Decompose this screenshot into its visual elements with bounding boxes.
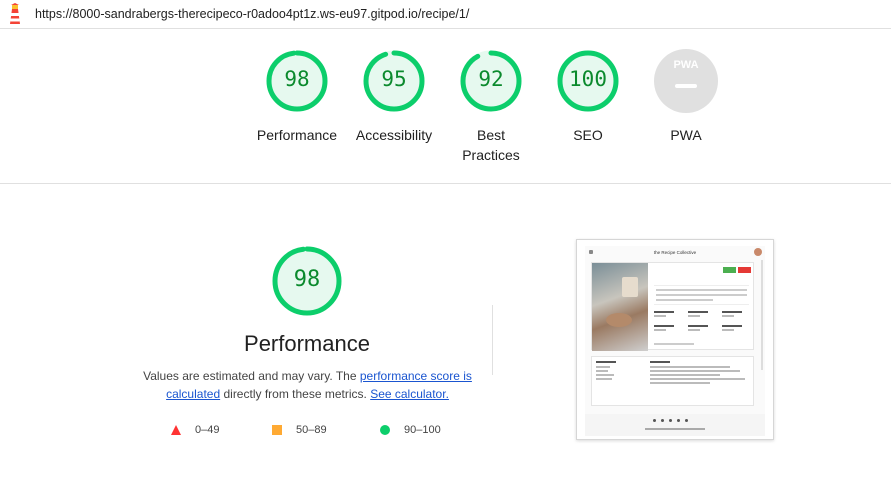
performance-title: Performance xyxy=(244,331,370,356)
social-icons xyxy=(653,419,688,422)
section-divider xyxy=(0,183,891,184)
recipe-description xyxy=(654,285,749,305)
screenshot-recipe-card xyxy=(591,262,754,351)
text-line xyxy=(656,299,713,301)
text-line xyxy=(656,289,747,291)
pwa-badge-icon xyxy=(654,49,718,113)
lighthouse-icon xyxy=(10,3,20,24)
meta-note xyxy=(654,343,694,345)
address-bar: https://8000-sandrabergs-therecipeco-r0a… xyxy=(0,0,891,29)
mug-shape xyxy=(622,277,638,297)
gauge-pwa[interactable]: PWA PWA xyxy=(636,48,736,145)
text-line xyxy=(656,294,747,296)
delete-button xyxy=(738,267,751,273)
edit-button xyxy=(723,267,736,273)
desc-text: Values are estimated and may vary. The xyxy=(143,369,360,383)
score-value: 95 xyxy=(381,67,407,91)
gauge-best-practices[interactable]: 92 Best Practices xyxy=(441,48,541,165)
screenshot-ingredients xyxy=(591,356,754,406)
plate-shape xyxy=(606,313,632,327)
meta-cell xyxy=(688,311,714,321)
legend-range: 50–89 xyxy=(296,424,327,436)
gauge-label: Accessibility xyxy=(355,127,433,143)
pass-circle-icon xyxy=(380,425,390,435)
gauge-label: Best Practices xyxy=(462,127,520,163)
gauge-label: SEO xyxy=(573,127,603,143)
legend-pass: 90–100 xyxy=(380,424,441,436)
recipe-photo xyxy=(592,263,648,351)
meta-cell xyxy=(654,325,680,335)
legend-range: 0–49 xyxy=(195,424,220,436)
ingredients-column xyxy=(596,361,616,382)
pwa-badge-text: PWA xyxy=(673,59,699,71)
desc-text: directly from these metrics. xyxy=(220,387,371,401)
final-screenshot-thumbnail[interactable]: the Recipe Collective xyxy=(576,239,774,440)
meta-cell xyxy=(654,311,680,321)
performance-description: Values are estimated and may vary. The p… xyxy=(140,367,475,403)
legend-average: 50–89 xyxy=(272,424,327,436)
screenshot-page: the Recipe Collective xyxy=(585,246,765,436)
meta-cell xyxy=(688,325,714,335)
gauge-label: Performance xyxy=(256,127,338,143)
screenshot-scrollbar xyxy=(761,260,763,370)
score-value: 92 xyxy=(478,67,504,91)
gauge-performance[interactable]: 98 Performance xyxy=(247,48,347,145)
category-gauges: 98 Performance 95 Accessibility 92 Best … xyxy=(0,48,891,178)
meta-cell xyxy=(722,311,748,321)
legend-fail: 0–49 xyxy=(171,424,219,436)
page-url[interactable]: https://8000-sandrabergs-therecipeco-r0a… xyxy=(35,7,469,21)
fail-triangle-icon xyxy=(171,425,181,435)
meta-cell xyxy=(722,325,748,335)
vertical-divider xyxy=(492,305,493,375)
gauge-accessibility[interactable]: 95 Accessibility xyxy=(344,48,444,145)
score-value: 100 xyxy=(569,67,607,91)
gauge-seo[interactable]: 100 SEO xyxy=(538,48,638,145)
instructions-column xyxy=(650,361,745,386)
copyright-line xyxy=(645,428,705,430)
screenshot-footer xyxy=(585,414,765,436)
recipe-meta-grid xyxy=(654,311,749,337)
avatar xyxy=(754,248,762,256)
see-calculator-link[interactable]: See calculator. xyxy=(370,387,449,401)
screenshot-navbar: the Recipe Collective xyxy=(585,246,765,258)
menu-icon xyxy=(589,250,593,254)
score-value: 98 xyxy=(284,67,310,91)
average-square-icon xyxy=(272,425,282,435)
performance-gauge-large: 98 xyxy=(271,245,343,317)
screenshot-brand: the Recipe Collective xyxy=(653,249,697,255)
score-value: 98 xyxy=(293,267,321,292)
gauge-label: PWA xyxy=(670,127,702,143)
legend-range: 90–100 xyxy=(404,424,441,436)
